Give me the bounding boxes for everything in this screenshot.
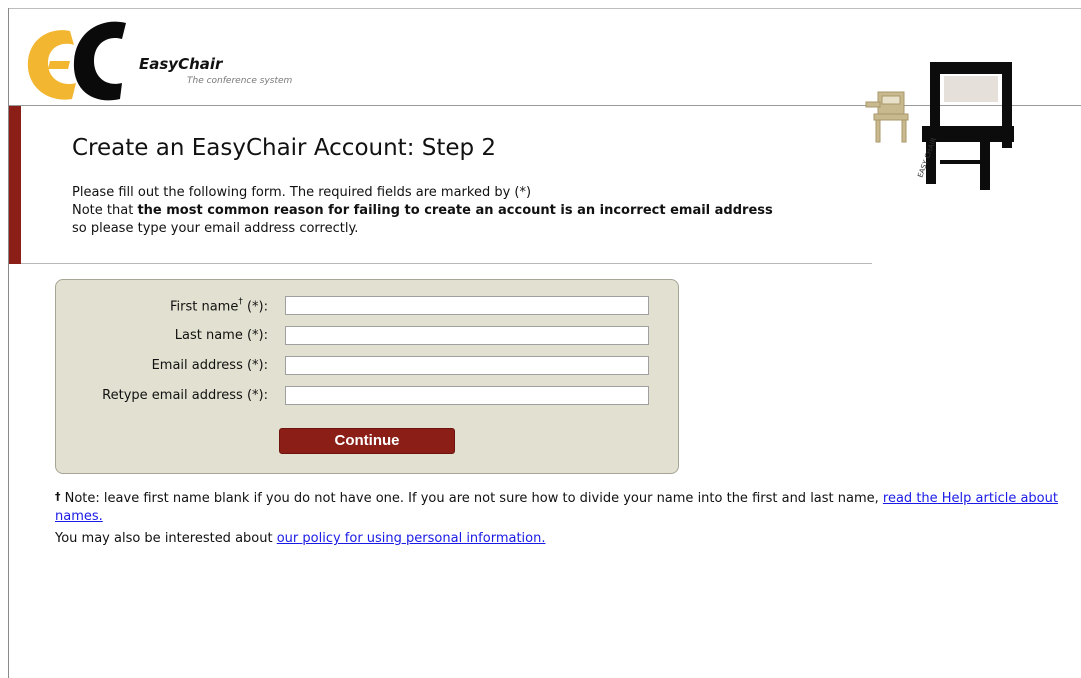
ec-logo-icon [27,21,126,101]
footnotes: † Note: leave first name blank if you do… [55,490,1065,552]
retype-email-label-text: Retype email address [102,388,243,403]
intro-text: Please fill out the following form. The … [72,184,872,238]
account-form: First name† (*): Last name (*): Email ad… [55,279,679,474]
continue-button[interactable]: Continue [279,428,455,454]
email-required-mark: (*): [242,358,268,373]
last-name-input[interactable] [285,326,649,345]
intro-line-2: Note that the most common reason for fai… [72,202,872,220]
first-name-footnote: † Note: leave first name blank if you do… [55,490,1065,526]
retype-email-label: Retype email address (*): [102,388,268,403]
title-divider [21,263,872,264]
first-name-label-text: First name [169,299,239,315]
form-row-retype-email: Retype email address (*): [56,386,678,406]
first-name-input[interactable] [285,296,649,315]
small-chair-icon [865,91,909,143]
page-title: Create an EasyChair Account: Step 2 [72,135,497,161]
retype-email-required-mark: (*): [242,388,268,403]
first-name-required-mark: (*): [242,299,268,315]
brand-name: EasyChair [139,55,223,73]
email-label: Email address (*): [152,358,268,373]
footnote-text: Note: leave first name blank if you do n… [60,491,883,506]
retype-email-input[interactable] [285,386,649,405]
intro-line-1: Please fill out the following form. The … [72,185,532,200]
first-name-dagger: † [238,297,243,307]
footnote-dagger: † [55,490,61,503]
intro-line-2-emphasis: the most common reason for failing to cr… [137,203,773,218]
form-row-email: Email address (*): [56,356,678,376]
last-name-label-text: Last name [174,328,243,343]
privacy-policy-link[interactable]: our policy for using personal informatio… [277,531,546,546]
intro-line-3: so please type your email address correc… [72,221,359,236]
last-name-required-mark: (*): [242,328,268,343]
big-chair-icon [922,62,1014,190]
form-row-last-name: Last name (*): [56,326,678,346]
last-name-label: Last name (*): [175,328,268,343]
chair-illustration: EASY CHAIR [860,52,1020,197]
email-label-text: Email address [151,358,243,373]
policy-text: You may also be interested about [55,531,277,546]
first-name-label: First name† (*): [169,297,268,315]
title-accent-bar [9,106,21,264]
brand-tagline: The conference system [187,76,293,86]
policy-note: You may also be interested about our pol… [55,530,1065,548]
intro-line-2-prefix: Note that [72,203,138,218]
email-input[interactable] [285,356,649,375]
form-row-first-name: First name† (*): [56,296,678,316]
easychair-logo[interactable]: EasyChair The conference system [22,17,302,107]
